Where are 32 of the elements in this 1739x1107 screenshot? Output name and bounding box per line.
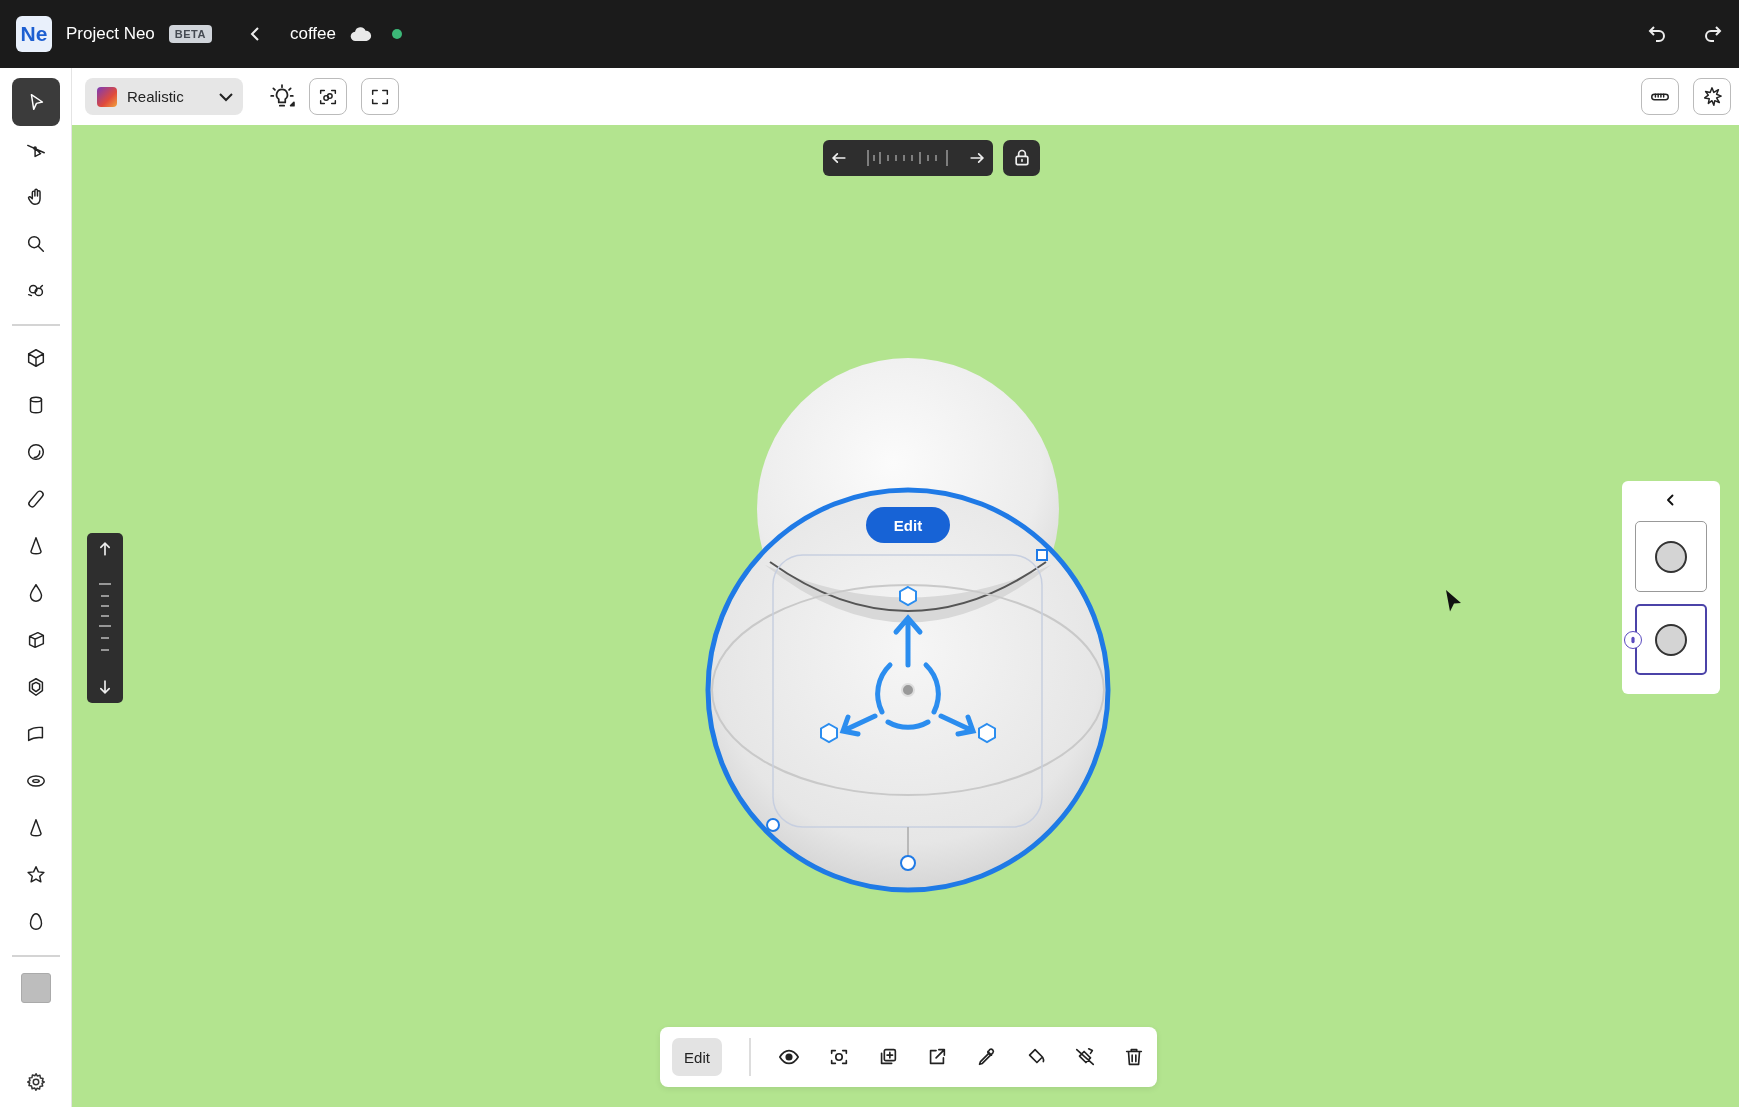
camera-view-button[interactable] bbox=[309, 78, 347, 115]
document-title[interactable]: coffee bbox=[289, 24, 336, 44]
view-thumbnail[interactable] bbox=[1635, 521, 1707, 592]
sphere-preview-icon bbox=[1655, 540, 1687, 573]
ruler-button[interactable] bbox=[1641, 78, 1679, 115]
edit-button[interactable]: Edit bbox=[866, 507, 950, 543]
style-thumbnail-icon bbox=[97, 86, 117, 107]
edit-mode-button[interactable]: Edit bbox=[672, 1038, 722, 1076]
beta-badge: BETA bbox=[168, 25, 212, 43]
app-logo: Ne bbox=[16, 16, 52, 52]
chevron-down-icon bbox=[219, 92, 233, 101]
sphere-object-drawing[interactable] bbox=[710, 358, 1106, 888]
render-style-dropdown[interactable]: Realistic bbox=[85, 78, 243, 115]
resize-handle[interactable] bbox=[766, 818, 780, 832]
rotation-ruler-control[interactable] bbox=[823, 140, 993, 176]
pivot-handle[interactable] bbox=[900, 826, 916, 871]
resize-handle[interactable] bbox=[1036, 549, 1048, 561]
lock-button[interactable] bbox=[1003, 140, 1040, 176]
select-tool-tool-button[interactable] bbox=[11, 78, 60, 126]
cloud-icon bbox=[350, 26, 372, 42]
clear-fill-icon[interactable] bbox=[1073, 1046, 1096, 1068]
frame-button[interactable] bbox=[361, 78, 399, 115]
lightbulb-icon[interactable] bbox=[269, 83, 295, 110]
app-name: Project Neo bbox=[66, 24, 155, 44]
height-ruler-control[interactable] bbox=[87, 533, 123, 703]
color-swatch[interactable] bbox=[20, 973, 51, 1003]
transform-gizmo-drawing[interactable] bbox=[820, 585, 996, 744]
effects-button[interactable] bbox=[1693, 78, 1731, 115]
sphere-preview-icon bbox=[1655, 623, 1687, 656]
settings-icon[interactable] bbox=[24, 1071, 47, 1093]
starburst-icon bbox=[1701, 85, 1723, 108]
view-thumbnail[interactable] bbox=[1635, 604, 1707, 675]
